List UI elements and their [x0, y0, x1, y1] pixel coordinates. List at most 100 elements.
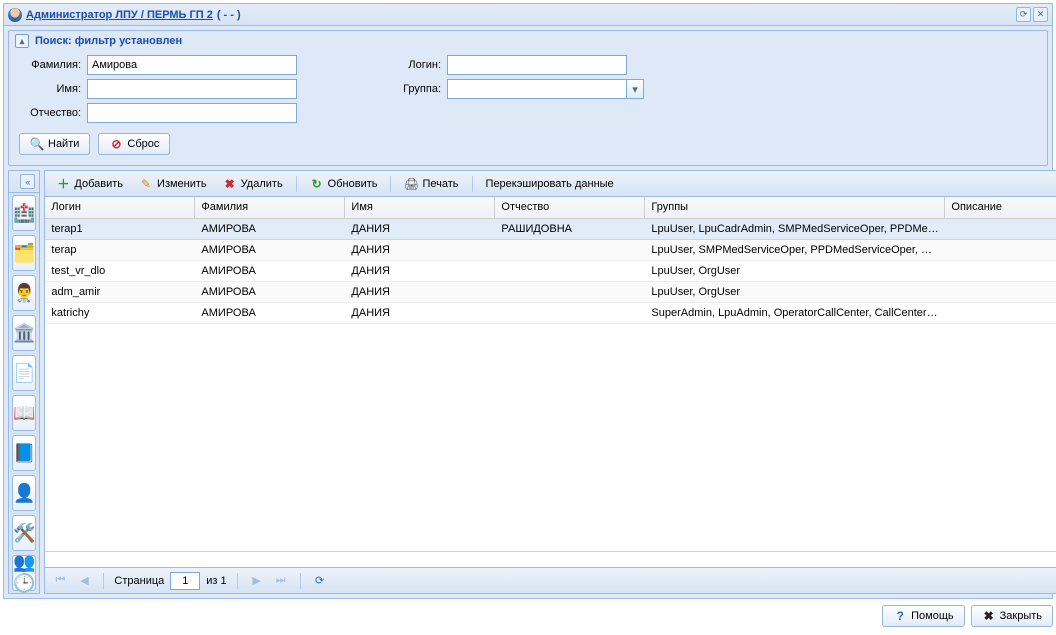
- label-patronymic: Отчество:: [19, 107, 87, 119]
- group-combo-input[interactable]: [447, 79, 627, 99]
- table-cell: ДАНИЯ: [345, 241, 495, 259]
- table-cell: LpuUser, LpuCadrAdmin, SMPMedServiceOper…: [645, 220, 945, 238]
- page-input[interactable]: [170, 572, 200, 590]
- user-icon: [8, 8, 22, 22]
- sidebar-item-tools[interactable]: 🛠️: [12, 515, 36, 551]
- search-panel: ▴ Поиск: фильтр установлен Фамилия: Логи…: [8, 30, 1048, 166]
- page-last-icon[interactable]: ⏭: [272, 572, 290, 590]
- group-combo[interactable]: ▾: [447, 79, 644, 99]
- close-button[interactable]: ✖ Закрыть: [971, 605, 1053, 627]
- add-label: Добавить: [74, 178, 123, 190]
- main-window: Администратор ЛПУ / ПЕРМЬ ГП 2 ( - - ) ⟳…: [3, 3, 1053, 599]
- table-cell: ДАНИЯ: [345, 220, 495, 238]
- titlebar: Администратор ЛПУ / ПЕРМЬ ГП 2 ( - - ) ⟳…: [4, 4, 1052, 26]
- page-label: Страница: [114, 575, 164, 587]
- search-header-text: Поиск: фильтр установлен: [35, 35, 182, 47]
- find-button-label: Найти: [48, 138, 79, 150]
- table-row[interactable]: test_vr_dloАМИРОВАДАНИЯLpuUser, OrgUser: [45, 261, 1056, 282]
- collapse-up-icon[interactable]: ▴: [15, 34, 29, 48]
- table-row[interactable]: adm_amirАМИРОВАДАНИЯLpuUser, OrgUser: [45, 282, 1056, 303]
- grid-body[interactable]: terap1АМИРОВАДАНИЯРАШИДОВНАLpuUser, LpuC…: [45, 219, 1056, 551]
- sidebar-collapse-icon[interactable]: «: [20, 174, 35, 189]
- table-row[interactable]: terapАМИРОВАДАНИЯLpuUser, SMPMedServiceO…: [45, 240, 1056, 261]
- sidebar: « 🏥 🗂️ 👨‍⚕️ 🏛️ 📄 📖 📘 👤 🛠️ 👥🕒: [8, 170, 40, 594]
- table-cell: [495, 289, 645, 295]
- sidebar-item-lpu[interactable]: 🏥: [12, 195, 36, 231]
- col-descr[interactable]: Описание: [945, 197, 1056, 218]
- close-tool-icon[interactable]: ✕: [1033, 7, 1048, 22]
- grid-toolbar: ＋ Добавить ✎ Изменить ✖ Удалить ↻ Обнови…: [45, 171, 1056, 197]
- table-cell: LpuUser, OrgUser: [645, 283, 945, 301]
- name-input[interactable]: [87, 79, 297, 99]
- page-next-icon[interactable]: ▶: [248, 572, 266, 590]
- login-input[interactable]: [447, 55, 627, 75]
- table-row[interactable]: katrichyАМИРОВАДАНИЯSuperAdmin, LpuAdmin…: [45, 303, 1056, 324]
- help-button[interactable]: ? Помощь: [882, 605, 965, 627]
- title-link[interactable]: Администратор ЛПУ / ПЕРМЬ ГП 2: [26, 9, 213, 21]
- table-cell: [495, 247, 645, 253]
- col-surname[interactable]: Фамилия: [195, 197, 345, 218]
- reset-button-label: Сброс: [127, 138, 159, 150]
- table-cell: [945, 226, 1056, 232]
- label-name: Имя:: [19, 83, 87, 95]
- grid-header: Логин Фамилия Имя Отчество Группы Описан…: [45, 197, 1056, 219]
- rehash-button[interactable]: Перекэшировать данные: [479, 175, 621, 193]
- surname-input[interactable]: [87, 55, 297, 75]
- sidebar-header: «: [9, 171, 39, 193]
- delete-button[interactable]: ✖ Удалить: [216, 174, 290, 194]
- table-cell: ДАНИЯ: [345, 304, 495, 322]
- paging-toolbar: ⏮ ◀ Страница из 1 ▶ ⏭ ⟳ Отображаемые стр…: [45, 567, 1056, 593]
- rehash-label: Перекэшировать данные: [486, 178, 614, 190]
- page-prev-icon[interactable]: ◀: [75, 572, 93, 590]
- paging-separator: [103, 573, 104, 589]
- table-cell: adm_amir: [45, 283, 195, 301]
- print-icon: 🖨: [404, 177, 418, 191]
- edit-icon: ✎: [139, 177, 153, 191]
- page-first-icon[interactable]: ⏮: [51, 572, 69, 590]
- chevron-down-icon[interactable]: ▾: [627, 79, 644, 99]
- sidebar-item-books[interactable]: 📖: [12, 395, 36, 431]
- table-cell: [495, 268, 645, 274]
- paging-separator: [300, 573, 301, 589]
- sidebar-item-person[interactable]: 👤: [12, 475, 36, 511]
- add-button[interactable]: ＋ Добавить: [49, 174, 130, 194]
- table-cell: АМИРОВА: [195, 283, 345, 301]
- refresh-label: Обновить: [328, 178, 378, 190]
- edit-button[interactable]: ✎ Изменить: [132, 174, 214, 194]
- refresh-tool-icon[interactable]: ⟳: [1016, 7, 1031, 22]
- sidebar-item-structure[interactable]: 🗂️: [12, 235, 36, 271]
- page-refresh-icon[interactable]: ⟳: [311, 572, 329, 590]
- sidebar-item-staff[interactable]: 👨‍⚕️: [12, 275, 36, 311]
- paging-separator: [237, 573, 238, 589]
- grid-horizontal-scrollbar[interactable]: [45, 551, 1056, 567]
- bottom-bar: ? Помощь ✖ Закрыть: [3, 602, 1053, 630]
- title-suffix: ( - - ): [217, 9, 241, 21]
- sidebar-item-docs[interactable]: 📄: [12, 355, 36, 391]
- table-cell: terap: [45, 241, 195, 259]
- print-button[interactable]: 🖨 Печать: [397, 174, 465, 194]
- find-button[interactable]: 🔍 Найти: [19, 133, 90, 155]
- table-cell: АМИРОВА: [195, 241, 345, 259]
- close-icon: ✖: [982, 609, 996, 623]
- main-area: « 🏥 🗂️ 👨‍⚕️ 🏛️ 📄 📖 📘 👤 🛠️ 👥🕒 ＋ Добавить …: [8, 170, 1048, 594]
- col-login[interactable]: Логин: [45, 197, 195, 218]
- col-name[interactable]: Имя: [345, 197, 495, 218]
- table-row[interactable]: terap1АМИРОВАДАНИЯРАШИДОВНАLpuUser, LpuC…: [45, 219, 1056, 240]
- sidebar-item-schedule[interactable]: 👥🕒: [12, 555, 36, 591]
- help-label: Помощь: [911, 610, 954, 622]
- add-icon: ＋: [56, 177, 70, 191]
- col-patronymic[interactable]: Отчество: [495, 197, 645, 218]
- patronymic-input[interactable]: [87, 103, 297, 123]
- search-header[interactable]: ▴ Поиск: фильтр установлен: [9, 31, 1047, 51]
- print-label: Печать: [422, 178, 458, 190]
- toolbar-separator: [472, 176, 473, 192]
- sidebar-item-org[interactable]: 🏛️: [12, 315, 36, 351]
- table-cell: РАШИДОВНА: [495, 220, 645, 238]
- refresh-button[interactable]: ↻ Обновить: [303, 174, 385, 194]
- label-surname: Фамилия:: [19, 59, 87, 71]
- table-cell: LpuUser, OrgUser: [645, 262, 945, 280]
- reset-button[interactable]: ⊘ Сброс: [98, 133, 170, 155]
- sidebar-item-notebook[interactable]: 📘: [12, 435, 36, 471]
- col-groups[interactable]: Группы: [645, 197, 945, 218]
- table-cell: [945, 310, 1056, 316]
